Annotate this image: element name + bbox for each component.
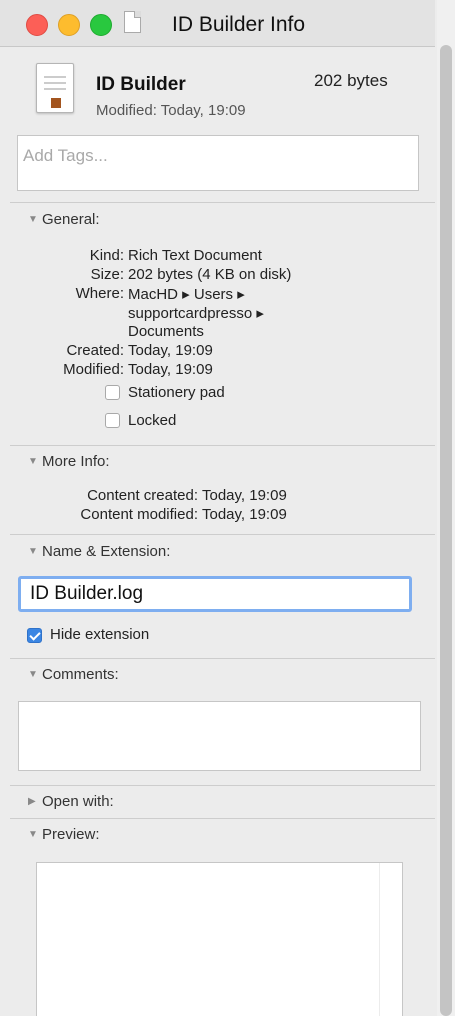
divider: [10, 785, 435, 786]
open-with-section-header[interactable]: ▶ Open with:: [28, 793, 114, 810]
locked-checkbox[interactable]: [105, 413, 120, 428]
kind-label: Kind:: [89, 247, 124, 264]
section-title: More Info:: [42, 453, 110, 470]
window-title: ID Builder Info: [172, 13, 306, 36]
divider: [10, 658, 435, 659]
divider: [10, 534, 435, 535]
section-title: Comments:: [42, 666, 119, 683]
disclosure-open-icon[interactable]: ▼: [28, 546, 42, 557]
section-title: General:: [42, 211, 100, 228]
where-value-cont: supportcardpresso ▸: [128, 305, 264, 322]
vertical-scrollbar[interactable]: [437, 0, 455, 1016]
document-proxy-icon[interactable]: [124, 11, 141, 33]
modified-label: Modified:: [63, 361, 124, 378]
disclosure-open-icon[interactable]: ▼: [28, 214, 42, 225]
where-label: Where:: [75, 285, 124, 302]
stationery-pad-label: Stationery pad: [128, 384, 225, 401]
divider: [10, 202, 435, 203]
preview-section-header[interactable]: ▼ Preview:: [28, 826, 100, 843]
preview-scroll-track: [379, 863, 388, 1016]
tags-placeholder: Add Tags...: [23, 146, 108, 165]
section-title: Preview:: [42, 826, 100, 843]
content-created-label: Content created:: [87, 487, 198, 504]
created-value: Today, 19:09: [128, 342, 213, 359]
file-name: ID Builder: [96, 74, 186, 95]
close-button[interactable]: [26, 14, 48, 36]
more-info-section-header[interactable]: ▼ More Info:: [28, 453, 110, 470]
size-label: Size:: [90, 266, 124, 283]
disclosure-open-icon[interactable]: ▼: [28, 829, 42, 840]
stationery-pad-checkbox[interactable]: [105, 385, 120, 400]
where-value: MacHD ▸ Users ▸: [128, 286, 245, 303]
hide-extension-label: Hide extension: [50, 626, 150, 643]
modified-value: Today, 19:09: [128, 361, 213, 378]
disclosure-open-icon[interactable]: ▼: [28, 669, 42, 680]
document-icon: [36, 63, 74, 113]
divider: [10, 445, 435, 446]
minimize-button[interactable]: [58, 14, 80, 36]
name-extension-section-header[interactable]: ▼ Name & Extension:: [28, 543, 170, 560]
tags-field[interactable]: Add Tags...: [17, 135, 419, 191]
file-size: 202 bytes: [314, 71, 388, 90]
scrollbar-thumb[interactable]: [440, 45, 452, 1016]
content-created-value: Today, 19:09: [202, 487, 287, 504]
comments-field[interactable]: [18, 701, 421, 771]
comments-section-header[interactable]: ▼ Comments:: [28, 666, 119, 683]
content-modified-label: Content modified:: [80, 506, 198, 523]
disclosure-closed-icon[interactable]: ▶: [28, 796, 42, 807]
where-value-cont: Documents: [128, 323, 204, 340]
size-value: 202 bytes (4 KB on disk): [128, 266, 292, 283]
section-title: Name & Extension:: [42, 543, 171, 560]
content-modified-value: Today, 19:09: [202, 506, 287, 523]
general-section-header[interactable]: ▼ General:: [28, 211, 100, 228]
kind-value: Rich Text Document: [128, 247, 262, 264]
title-bar: ID Builder Info: [0, 0, 435, 47]
section-title: Open with:: [42, 793, 114, 810]
zoom-button[interactable]: [90, 14, 112, 36]
preview-area: [36, 862, 403, 1016]
divider: [10, 818, 435, 819]
disclosure-open-icon[interactable]: ▼: [28, 456, 42, 467]
created-label: Created:: [66, 342, 124, 359]
file-modified: Modified: Today, 19:09: [96, 102, 246, 119]
file-name-input[interactable]: [18, 576, 412, 612]
locked-label: Locked: [128, 412, 177, 429]
hide-extension-checkbox[interactable]: [27, 628, 42, 643]
